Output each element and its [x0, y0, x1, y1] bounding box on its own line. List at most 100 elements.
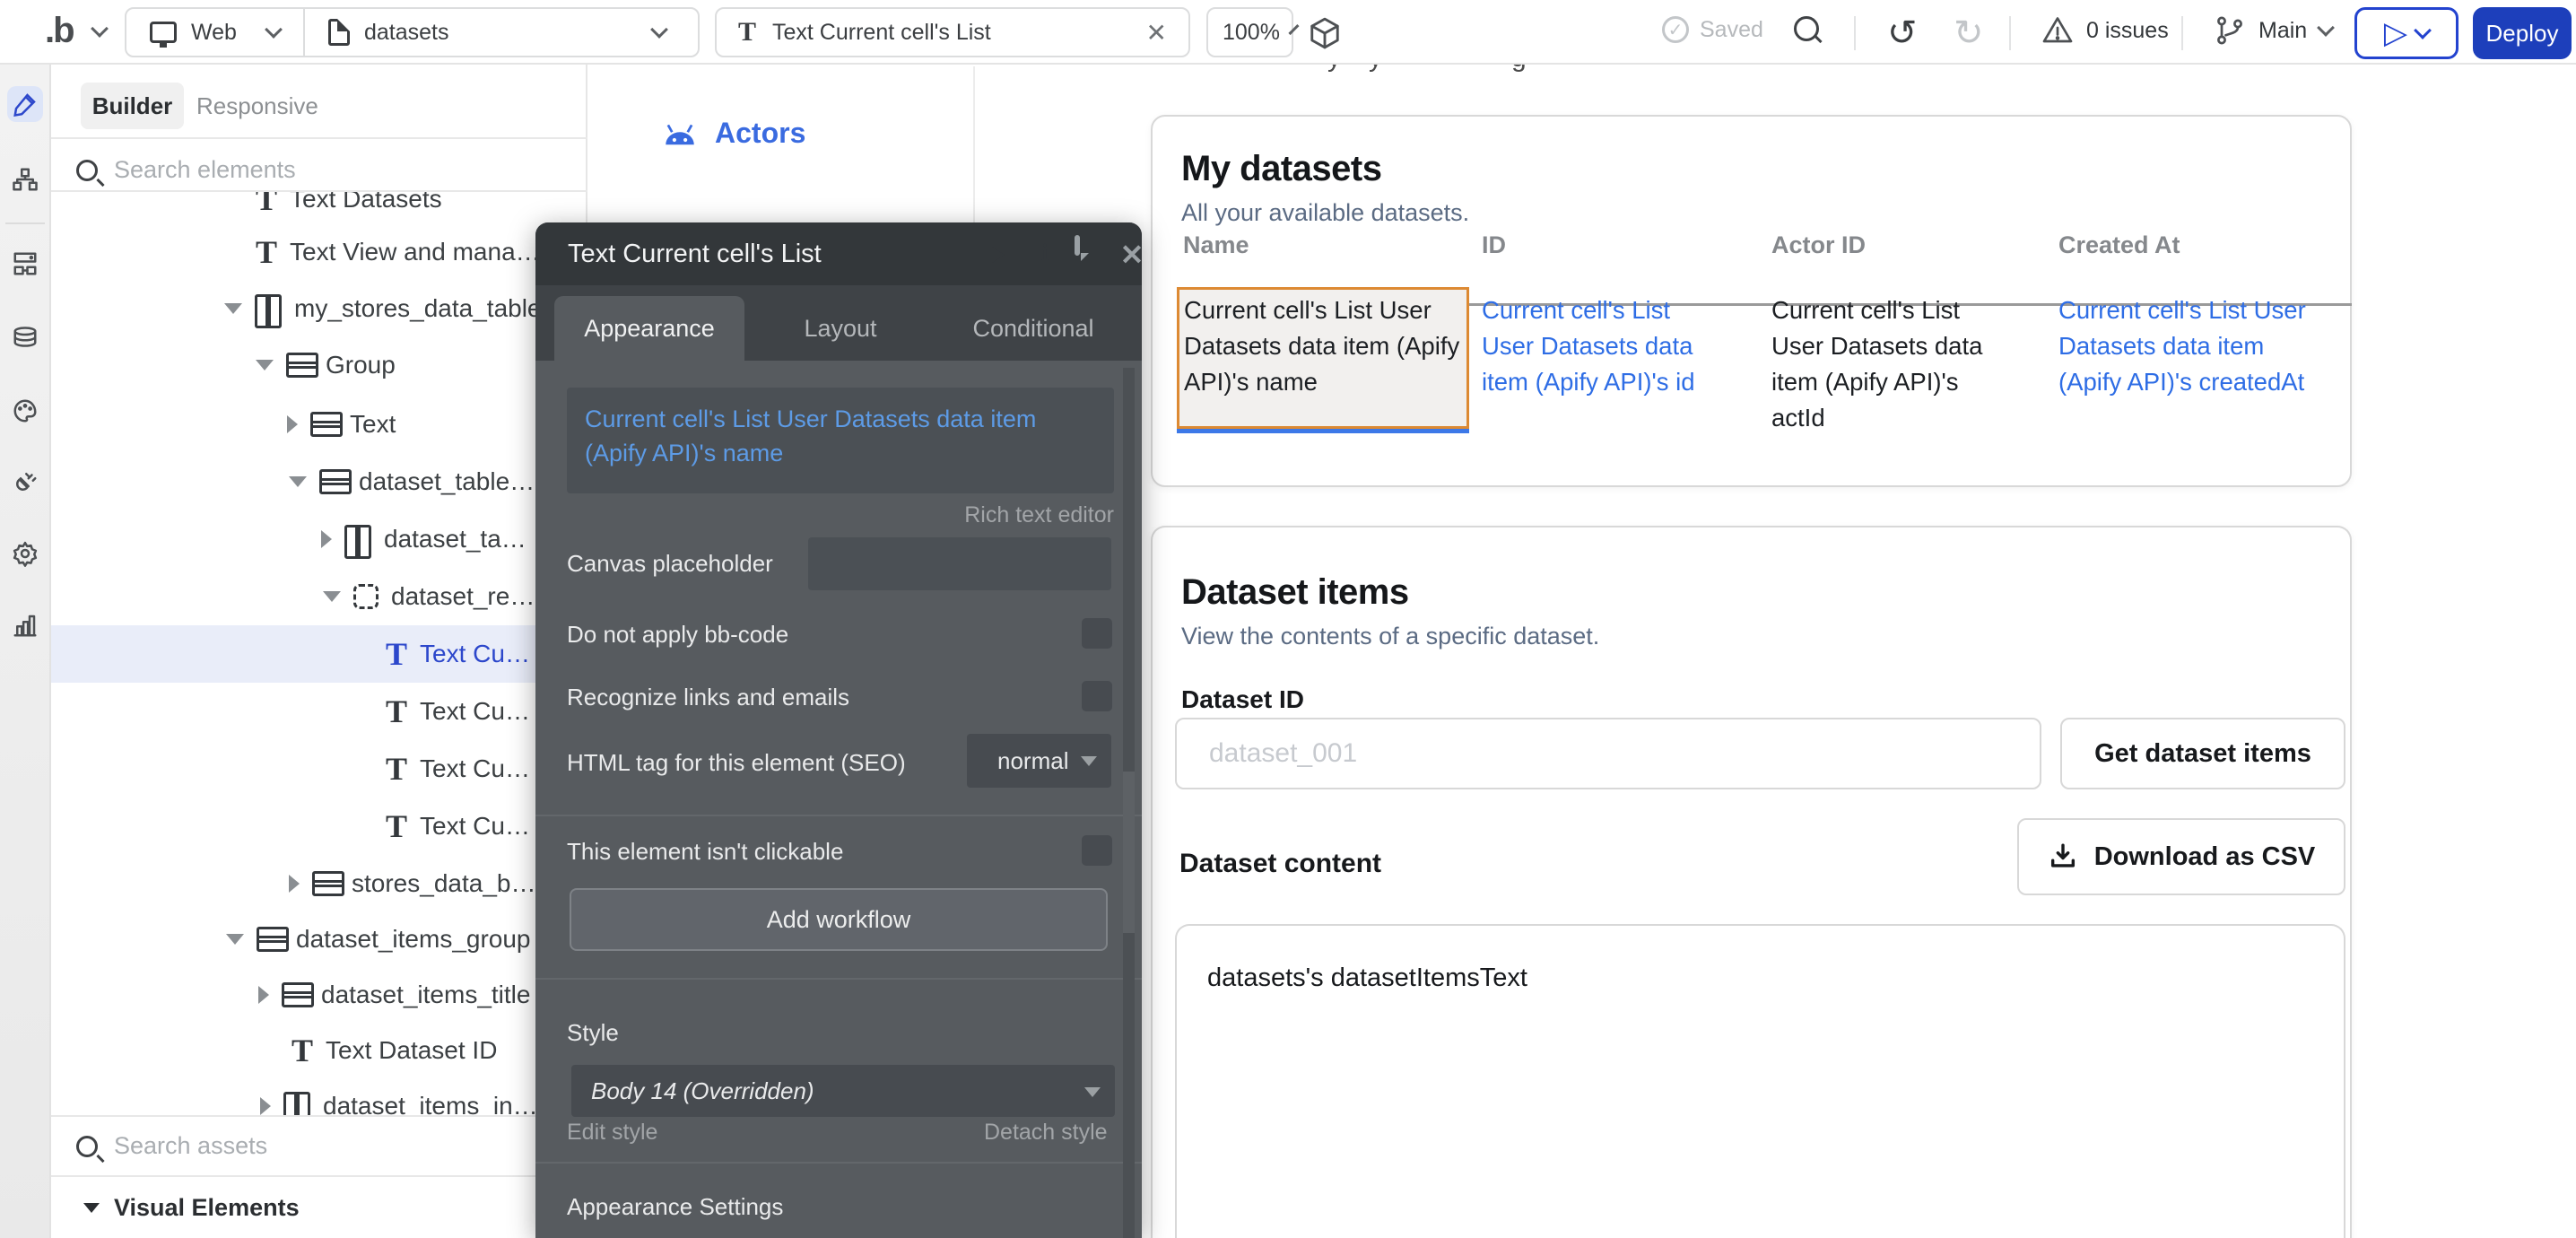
element-inspector-panel: Text Current cell's List i ✕ Appearance … — [535, 222, 1142, 1238]
my-datasets-subtitle: All your available datasets. — [1181, 199, 1469, 227]
tab-conditional[interactable]: Conditional — [953, 296, 1114, 361]
undo-button[interactable]: ↺ — [1887, 13, 1918, 54]
element-info-button[interactable]: i — [1028, 238, 1062, 272]
tree-item[interactable]: dataset_ta… — [321, 510, 527, 568]
caret-right-icon[interactable] — [260, 1097, 271, 1115]
deploy-button[interactable]: Deploy — [2473, 7, 2572, 59]
inspector-scrollbar-thumb[interactable] — [1123, 772, 1135, 933]
recognize-links-checkbox[interactable] — [1082, 681, 1112, 711]
tree-item[interactable]: dataset_items_title — [258, 966, 530, 1024]
caret-right-icon[interactable] — [287, 415, 298, 433]
columns-element-icon — [283, 1092, 310, 1115]
style-dropdown[interactable]: Body 14 (Overridden) — [571, 1065, 1115, 1117]
device-selector[interactable]: Web — [126, 20, 303, 46]
caret-down-icon[interactable] — [289, 476, 307, 487]
database-icon[interactable] — [7, 321, 43, 357]
tree-item[interactable]: dataset_items_group — [226, 911, 531, 968]
style-label: Style — [567, 1019, 619, 1047]
settings-gear-icon[interactable] — [7, 536, 43, 571]
tree-item[interactable]: TText Cu… — [386, 740, 530, 798]
tree-item[interactable]: TText Datasets — [256, 192, 442, 228]
tree-item[interactable]: TText Dataset ID — [292, 1022, 497, 1079]
element-tab[interactable]: T Text Current cell's List ✕ — [715, 7, 1190, 57]
cell-id[interactable]: Current cell's List User Datasets data i… — [1482, 292, 1722, 400]
tree-item[interactable]: Text — [287, 396, 396, 453]
caret-down-icon[interactable] — [224, 303, 242, 314]
add-workflow-button[interactable]: Add workflow — [570, 888, 1108, 951]
rich-text-expression-editor[interactable]: Current cell's List User Datasets data i… — [567, 388, 1114, 493]
tab-builder[interactable]: Builder — [81, 83, 184, 129]
search-button[interactable] — [1794, 16, 1819, 46]
search-icon — [76, 1136, 98, 1157]
branch-selector[interactable]: Main — [2214, 14, 2332, 47]
tree-item[interactable]: dataset_items_in… — [260, 1077, 538, 1115]
close-inspector-button[interactable]: ✕ — [1115, 238, 1149, 272]
play-icon: ▷ — [2384, 18, 2407, 48]
page-selector[interactable]: datasets — [305, 19, 698, 46]
search-elements-input[interactable] — [114, 156, 500, 184]
canvas-placeholder-input[interactable] — [808, 537, 1111, 590]
comment-button[interactable] — [1075, 238, 1109, 272]
chevron-down-icon — [1288, 24, 1299, 35]
styles-palette-icon[interactable] — [7, 393, 43, 429]
col-name: Name — [1183, 231, 1249, 259]
workflow-tree-icon[interactable] — [7, 161, 43, 197]
tree-item[interactable]: TText View and mana… — [256, 223, 541, 281]
tree-item[interactable]: TText Cu… — [386, 683, 530, 740]
app-menu[interactable]: .b — [45, 11, 106, 51]
caret-down-icon[interactable] — [256, 360, 274, 371]
bbcode-checkbox[interactable] — [1082, 618, 1112, 649]
col-id: ID — [1482, 231, 1506, 259]
group-element-icon — [310, 411, 337, 438]
visual-elements-section[interactable]: Visual Elements — [51, 1175, 587, 1238]
download-csv-label: Download as CSV — [2094, 842, 2316, 872]
caret-right-icon[interactable] — [258, 986, 269, 1004]
tree-item[interactable]: Group — [256, 336, 396, 394]
tree-item[interactable]: dataset_table… — [289, 453, 535, 510]
close-icon[interactable]: ✕ — [1146, 18, 1167, 48]
cell-actor-id[interactable]: Current cell's List User Datasets data i… — [1771, 292, 1994, 436]
caret-down-icon[interactable] — [226, 934, 244, 945]
text-element-icon: T — [386, 753, 407, 785]
design-pencil-icon[interactable] — [7, 86, 43, 122]
preview-element-button[interactable] — [979, 238, 1014, 272]
text-element-icon: T — [738, 17, 756, 48]
tab-responsive[interactable]: Responsive — [196, 83, 318, 129]
redo-button[interactable]: ↻ — [1954, 13, 1984, 54]
zoom-control[interactable]: 100% — [1206, 7, 1293, 57]
chevron-down-icon — [2317, 19, 2335, 37]
chevron-down-icon — [265, 21, 283, 39]
issues-indicator[interactable]: 0 issues — [2041, 14, 2169, 47]
html-tag-dropdown[interactable]: normal — [967, 734, 1111, 788]
clickable-checkbox[interactable] — [1082, 835, 1112, 866]
plugins-plug-icon[interactable] — [7, 464, 43, 500]
tree-item[interactable]: dataset_re… — [323, 568, 535, 625]
detach-style-link[interactable]: Detach style — [984, 1120, 1108, 1146]
tab-layout[interactable]: Layout — [769, 296, 912, 361]
caret-down-icon[interactable] — [323, 591, 341, 602]
edit-style-link[interactable]: Edit style — [567, 1120, 657, 1146]
section-divider — [535, 1162, 1142, 1164]
package-cube-icon[interactable] — [1308, 16, 1342, 50]
caret-right-icon[interactable] — [321, 530, 332, 548]
rich-text-editor-hint[interactable]: Rich text editor — [567, 502, 1114, 528]
components-icon[interactable] — [7, 246, 43, 282]
canvas-sidebar-item-actors[interactable]: Actors — [661, 117, 805, 150]
caret-right-icon[interactable] — [289, 875, 300, 893]
search-assets-input[interactable] — [114, 1132, 500, 1160]
tree-item[interactable]: stores_data_b… — [289, 855, 535, 912]
download-csv-button[interactable]: Download as CSV — [2017, 818, 2345, 895]
tree-item[interactable]: TText Cu… — [386, 798, 530, 855]
dataset-id-input[interactable]: dataset_001 — [1175, 718, 2041, 789]
get-dataset-items-button[interactable]: Get dataset items — [2060, 718, 2345, 789]
preview-run-button[interactable]: ▷ — [2354, 7, 2459, 59]
bbcode-label: Do not apply bb-code — [567, 621, 788, 649]
text-element-icon: T — [386, 638, 407, 670]
tab-appearance[interactable]: Appearance — [554, 296, 744, 361]
tree-item[interactable]: my_stores_data_table — [224, 280, 542, 337]
logs-chart-icon[interactable] — [7, 607, 43, 643]
cell-created-at[interactable]: Current cell's List User Datasets data i… — [2058, 292, 2329, 400]
dataset-content-box[interactable]: datasets's datasetItemsText — [1175, 924, 2345, 1238]
cell-name[interactable]: Current cell's List User Datasets data i… — [1184, 292, 1464, 400]
tree-item-selected[interactable]: TText Cu… — [386, 625, 530, 683]
